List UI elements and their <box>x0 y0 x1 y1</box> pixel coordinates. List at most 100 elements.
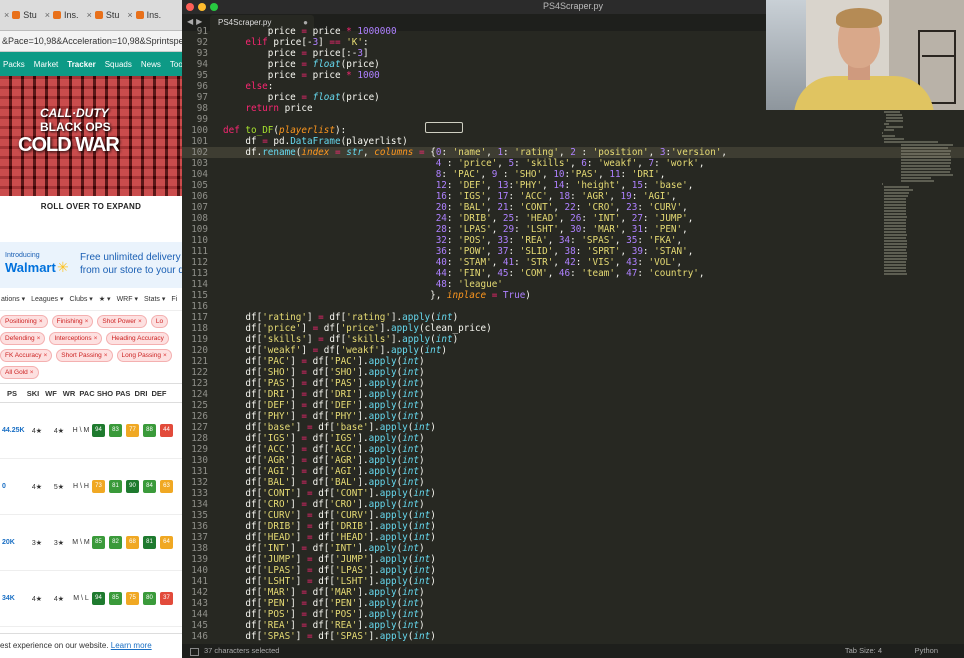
code-line[interactable]: 116 <box>182 301 964 312</box>
filter-chip[interactable]: Finishing × <box>51 315 94 328</box>
ad-banner[interactable]: CALL·DUTY BLACK OPS COLD WAR <box>0 76 182 196</box>
table-row[interactable]: 0 4★ 5★ H \ H 73 81 90 84 63 <box>0 459 182 515</box>
col-dri[interactable]: DRI <box>132 389 150 398</box>
code-line[interactable]: 144 df['POS'] = df['POS'].apply(int) <box>182 609 964 620</box>
code-area[interactable]: 91 price = price * 1000000 92 elif price[… <box>182 26 964 644</box>
code-line[interactable]: 123 df['PAS'] = df['PAS'].apply(int) <box>182 378 964 389</box>
col-ski[interactable]: SKI <box>24 389 42 398</box>
code-line[interactable]: 129 df['ACC'] = df['ACC'].apply(int) <box>182 444 964 455</box>
code-line[interactable]: 105 12: 'DEF', 13:'PHY', 14: 'height', 1… <box>182 180 964 191</box>
table-row[interactable]: 20K 3★ 3★ M \ M 85 82 68 81 64 <box>0 515 182 571</box>
filter-wrf[interactable]: WRF ▾ <box>117 295 138 303</box>
code-line[interactable]: 132 df['BAL'] = df['BAL'].apply(int) <box>182 477 964 488</box>
nav-packs[interactable]: Packs <box>3 60 25 69</box>
code-line[interactable]: 128 df['IGS'] = df['IGS'].apply(int) <box>182 433 964 444</box>
code-line[interactable]: 108 24: 'DRIB', 25: 'HEAD', 26: 'INT', 2… <box>182 213 964 224</box>
code-line[interactable]: 139 df['JUMP'] = df['JUMP'].apply(int) <box>182 554 964 565</box>
filter-stats[interactable]: Stats ▾ <box>144 295 165 303</box>
code-line[interactable]: 125 df['DEF'] = df['DEF'].apply(int) <box>182 400 964 411</box>
remove-icon[interactable]: × <box>104 352 108 359</box>
browser-tab[interactable]: × Ins. <box>123 10 165 20</box>
col-wf[interactable]: WF <box>42 389 60 398</box>
filter-chip[interactable]: Shot Power × <box>97 315 147 328</box>
filter-chip[interactable]: Short Passing × <box>56 349 113 362</box>
code-line[interactable]: 120 df['weakf'] = df['weakf'].apply(int) <box>182 345 964 356</box>
panel-toggle-icon[interactable] <box>190 648 199 656</box>
code-line[interactable]: 134 df['CRO'] = df['CRO'].apply(int) <box>182 499 964 510</box>
code-line[interactable]: 124 df['DRI'] = df['DRI'].apply(int) <box>182 389 964 400</box>
code-line[interactable]: 113 44: 'FIN', 45: 'COM', 46: 'team', 47… <box>182 268 964 279</box>
code-line[interactable]: 142 df['MAR'] = df['MAR'].apply(int) <box>182 587 964 598</box>
code-line[interactable]: 103 4 : 'price', 5: 'skills', 6: 'weakf'… <box>182 158 964 169</box>
remove-icon[interactable]: × <box>138 318 142 325</box>
code-line[interactable]: 111 36: 'POW', 37: 'SLID', 38: 'SPRT', 3… <box>182 246 964 257</box>
close-icon[interactable]: × <box>4 10 9 20</box>
code-line[interactable]: 127 df['base'] = df['base'].apply(int) <box>182 422 964 433</box>
tab-size-selector[interactable]: Tab Size: 4 <box>845 644 882 658</box>
code-line[interactable]: 117 df['rating'] = df['rating'].apply(in… <box>182 312 964 323</box>
remove-icon[interactable]: × <box>85 318 89 325</box>
nav-squads[interactable]: Squads <box>105 60 132 69</box>
code-line[interactable]: 122 df['SHO'] = df['SHO'].apply(int) <box>182 367 964 378</box>
code-line[interactable]: 99 <box>182 114 964 125</box>
code-line[interactable]: 141 df['LSHT'] = df['LSHT'].apply(int) <box>182 576 964 587</box>
browser-tab[interactable]: × Stu <box>0 10 41 20</box>
col-ps[interactable]: PS <box>0 389 24 398</box>
code-line[interactable]: 138 df['INT'] = df['INT'].apply(int) <box>182 543 964 554</box>
code-line[interactable]: 131 df['AGI'] = df['AGI'].apply(int) <box>182 466 964 477</box>
filter-clubs[interactable]: Clubs ▾ <box>69 295 92 303</box>
code-line[interactable]: 114 48: 'league' <box>182 279 964 290</box>
tab-nav-arrows-icon[interactable]: ◀▶ <box>187 17 205 26</box>
code-line[interactable]: 112 40: 'STAM', 41: 'STR', 42: 'VIS', 43… <box>182 257 964 268</box>
code-line[interactable]: 119 df['skills'] = df['skills'].apply(in… <box>182 334 964 345</box>
code-line[interactable]: 100 def to_DF(playerlist): <box>182 125 964 136</box>
code-line[interactable]: 106 16: 'IGS', 17: 'ACC', 18: 'AGR', 19:… <box>182 191 964 202</box>
browser-tab[interactable]: × Ins. <box>41 10 83 20</box>
table-row[interactable]: 34K 4★ 4★ M \ L 94 85 75 80 37 <box>0 571 182 627</box>
filter-chip[interactable]: Defending × <box>0 332 46 345</box>
code-line[interactable]: 121 df['PAC'] = df['PAC'].apply(int) <box>182 356 964 367</box>
code-line[interactable]: 136 df['DRIB'] = df['DRIB'].apply(int) <box>182 521 964 532</box>
remove-icon[interactable]: × <box>43 352 47 359</box>
col-wr[interactable]: WR <box>60 389 78 398</box>
code-line[interactable]: 110 32: 'POS', 33: 'REA', 34: 'SPAS', 35… <box>182 235 964 246</box>
code-line[interactable]: 137 df['HEAD'] = df['HEAD'].apply(int) <box>182 532 964 543</box>
code-line[interactable]: 126 df['PHY'] = df['PHY'].apply(int) <box>182 411 964 422</box>
filter-chip[interactable]: Heading Accuracy <box>106 332 169 345</box>
learn-more-link[interactable]: Learn more <box>111 641 152 650</box>
filter-more[interactable]: Fi <box>171 296 177 303</box>
remove-icon[interactable]: × <box>30 369 34 376</box>
filter-chip[interactable]: Lo <box>150 315 169 328</box>
code-line[interactable]: 101 df = pd.DataFrame(playerlist) <box>182 136 964 147</box>
code-line[interactable]: 145 df['REA'] = df['REA'].apply(int) <box>182 620 964 631</box>
code-line[interactable]: 140 df['LPAS'] = df['LPAS'].apply(int) <box>182 565 964 576</box>
code-line[interactable]: 109 28: 'LPAS', 29: 'LSHT', 30: 'MAR', 3… <box>182 224 964 235</box>
filter-chip[interactable]: Interceptions × <box>49 332 103 345</box>
code-line[interactable]: 135 df['CURV'] = df['CURV'].apply(int) <box>182 510 964 521</box>
minimap[interactable] <box>882 108 953 275</box>
close-icon[interactable]: × <box>45 10 50 20</box>
filter-chip[interactable]: All Gold × <box>0 366 39 379</box>
code-line[interactable]: 130 df['AGR'] = df['AGR'].apply(int) <box>182 455 964 466</box>
filter-leagues[interactable]: Leagues ▾ <box>31 295 63 303</box>
nav-tracker[interactable]: Tracker <box>67 60 95 69</box>
remove-icon[interactable]: × <box>94 335 98 342</box>
code-line[interactable]: 146 df['SPAS'] = df['SPAS'].apply(int) <box>182 631 964 642</box>
code-line[interactable]: 107 20: 'BAL', 21: 'CONT', 22: 'CRO', 23… <box>182 202 964 213</box>
close-icon[interactable]: × <box>87 10 92 20</box>
code-line[interactable]: 118 df['price'] = df['price'].apply(clea… <box>182 323 964 334</box>
filter-nations[interactable]: ations ▾ <box>1 295 25 303</box>
table-row[interactable]: 44.25K 4★ 4★ H \ M 94 83 77 88 44 <box>0 403 182 459</box>
remove-icon[interactable]: × <box>37 335 41 342</box>
filter-chip[interactable]: Long Passing × <box>116 349 172 362</box>
remove-icon[interactable]: × <box>163 352 167 359</box>
code-line[interactable]: 102 df.rename(index = str, columns = {0:… <box>182 147 964 158</box>
code-line[interactable]: 115 }, inplace = True) <box>182 290 964 301</box>
remove-icon[interactable]: × <box>39 318 43 325</box>
filter-chip[interactable]: FK Accuracy × <box>0 349 53 362</box>
col-pas[interactable]: PAS <box>114 389 132 398</box>
walmart-ad[interactable]: Introducing Walmart ✳ Free unlimited del… <box>0 242 182 288</box>
col-sho[interactable]: SHO <box>96 389 114 398</box>
ad-expand-link[interactable]: ROLL OVER TO EXPAND <box>0 196 182 218</box>
code-line[interactable]: 104 8: 'PAC', 9 : 'SHO', 10:'PAS', 11: '… <box>182 169 964 180</box>
